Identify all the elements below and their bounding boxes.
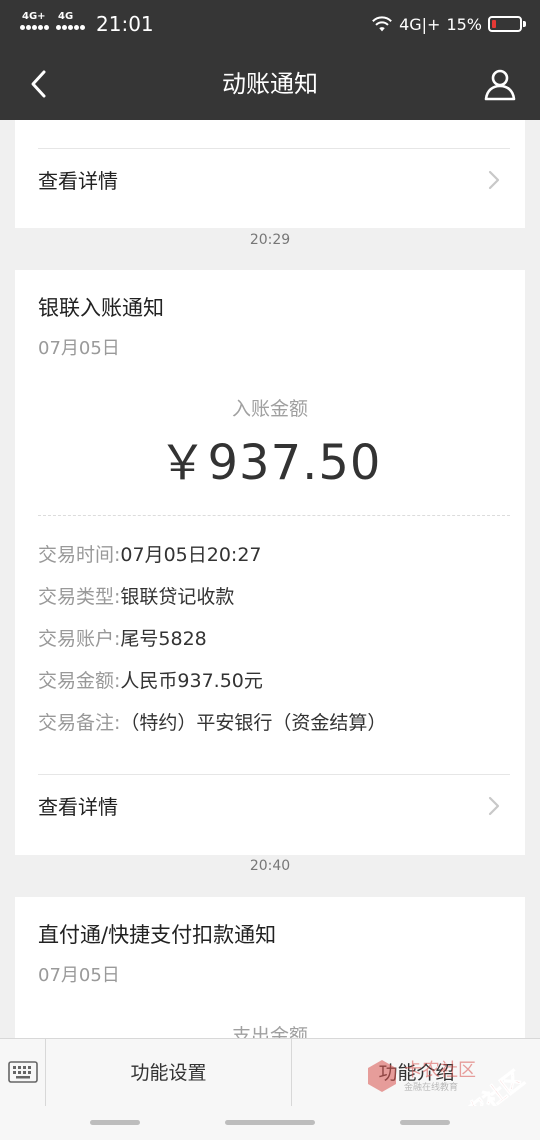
chevron-right-icon [488, 796, 500, 816]
notification-card: 直付通/快捷支付扣款通知 07月05日 支出金额 [15, 897, 525, 1038]
amount-label: 支出金额 [231, 1025, 308, 1038]
svg-text:金融在线教育: 金融在线教育 [404, 1081, 458, 1093]
status-time: 21:01 [96, 12, 154, 36]
card-title: 直付通/快捷支付扣款通知 [38, 923, 277, 947]
wifi-icon [372, 16, 392, 32]
notification-list[interactable]: 查看详情 20:29 银联入账通知 07月05日 入账金额 ￥937.50 交易… [0, 120, 540, 1038]
user-icon[interactable] [482, 66, 518, 102]
menu-feature-settings[interactable]: 功能设置 [46, 1039, 292, 1107]
info-row-type: 交易类型:银联贷记收款 [38, 583, 234, 611]
battery-icon [488, 16, 526, 32]
message-timestamp: 20:29 [249, 232, 291, 248]
info-value: 尾号5828 [120, 628, 207, 650]
info-key: 交易账户: [38, 628, 121, 650]
notification-card: 查看详情 [15, 120, 525, 228]
info-key: 交易金额: [38, 670, 121, 692]
signal-sim1-icon: 4G+ [20, 10, 52, 38]
info-value: （特约）平安银行（资金结算） [120, 712, 387, 734]
info-row-amount: 交易金额:人民币937.50元 [38, 667, 263, 695]
message-timestamp: 20:40 [249, 858, 291, 874]
signal-sim2-icon: 4G [56, 10, 88, 38]
keyboard-toggle-button[interactable] [0, 1039, 46, 1107]
info-key: 交易类型: [38, 586, 121, 608]
info-key: 交易备注: [38, 712, 121, 734]
battery-percent: 15% [446, 14, 482, 34]
amount-label: 入账金额 [231, 398, 308, 420]
system-gesture-bar [0, 1106, 540, 1140]
info-key: 交易时间: [38, 544, 121, 566]
status-bar: 4G+ 4G 21:01 4G|+ 15% [0, 0, 540, 48]
info-value: 07月05日20:27 [120, 544, 262, 566]
keyboard-icon [8, 1061, 38, 1083]
page-title: 动账通知 [222, 70, 318, 98]
chevron-right-icon [488, 170, 500, 190]
gesture-pill[interactable] [400, 1120, 450, 1125]
watermark-text: 卡农社区 [404, 1060, 476, 1081]
view-details-label: 查看详情 [38, 795, 118, 819]
info-value: 人民币937.50元 [120, 670, 263, 692]
card-date: 07月05日 [38, 965, 120, 986]
info-row-time: 交易时间:07月05日20:27 [38, 541, 262, 569]
sim1-label: 4G+ [22, 11, 46, 22]
gesture-pill[interactable] [225, 1120, 315, 1125]
view-details-label: 查看详情 [38, 169, 118, 193]
info-row-remark: 交易备注:（特约）平安银行（资金结算） [38, 709, 386, 737]
card-title: 银联入账通知 [38, 296, 164, 320]
dashed-divider [38, 515, 510, 516]
notification-card: 银联入账通知 07月05日 入账金额 ￥937.50 交易时间:07月05日20… [15, 270, 525, 855]
view-details-button[interactable]: 查看详情 [15, 775, 525, 839]
network-label: 4G|+ [399, 14, 441, 34]
gesture-pill[interactable] [90, 1120, 140, 1125]
amount-value: ￥937.50 [158, 435, 382, 491]
card-date: 07月05日 [38, 338, 120, 359]
view-details-button[interactable]: 查看详情 [15, 149, 525, 213]
info-value: 银联贷记收款 [120, 586, 235, 608]
info-row-account: 交易账户:尾号5828 [38, 625, 207, 653]
sim2-label: 4G [58, 11, 74, 22]
nav-bar: 动账通知 [0, 48, 540, 120]
